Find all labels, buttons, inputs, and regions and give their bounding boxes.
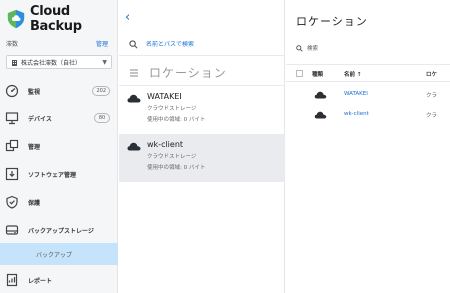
back-arrow-icon[interactable]: ‹	[125, 10, 137, 26]
storage-icon	[5, 225, 19, 235]
row-name-link[interactable]: wk-client	[344, 111, 369, 117]
cloud-icon	[127, 94, 141, 103]
tenant-select-value: 株式会社滞数（自社）	[21, 59, 82, 67]
location-type: クラウドストレージ	[147, 154, 197, 160]
table-row[interactable]: wk-client クラ	[286, 105, 450, 125]
location-usage: 使用中の領域: 0 バイト	[147, 117, 206, 123]
sidebar-item-label: レポート	[28, 277, 53, 285]
search-label: 検索	[307, 46, 319, 52]
sidebar-item-label: 監視	[28, 88, 41, 96]
location-search	[119, 34, 285, 56]
tenant-label: 滞数	[6, 41, 19, 48]
shield-icon	[6, 195, 18, 209]
row-location: クラ	[426, 113, 438, 119]
count-badge: 202	[92, 86, 110, 96]
row-name-link[interactable]: WATAKEI	[344, 91, 368, 97]
cloud-icon	[127, 142, 141, 151]
sidebar-item-label: ソフトウェア管理	[28, 171, 77, 179]
sidebar-item-label: デバイス	[28, 115, 52, 123]
shield-logo-icon	[7, 9, 25, 29]
location-type: クラウドストレージ	[147, 106, 197, 112]
table-search[interactable]: 検索	[296, 44, 318, 52]
location-usage: 使用中の領域: 0 バイト	[147, 165, 206, 171]
section-header: ロケーション	[119, 60, 285, 86]
locations-column: ‹ ロケーション WATAKEI クラウドストレージ 使用中の領域: 0 バイト…	[119, 0, 285, 293]
table-row[interactable]: WATAKEI クラ	[286, 85, 450, 105]
location-name: wk-client	[147, 140, 184, 149]
dashboard-icon	[5, 84, 19, 98]
sidebar-item-label: 管理	[28, 143, 41, 151]
sidebar: Cloud Backup 滞数 管理 株式会社滞数（自社） ▼ 監視 202 デ…	[0, 0, 118, 293]
sidebar-subitem-backup[interactable]: バックアップ	[0, 243, 118, 265]
column-header-name[interactable]: 名前 ↑	[344, 70, 362, 78]
location-item-selected[interactable]: wk-client クラウドストレージ 使用中の領域: 0 バイト	[119, 134, 285, 182]
tenant-manage-link[interactable]: 管理	[96, 39, 108, 48]
sidebar-item-monitoring[interactable]: 監視 202	[0, 80, 118, 102]
sidebar-item-management[interactable]: 管理	[0, 135, 118, 157]
sidebar-item-reports[interactable]: レポート	[0, 269, 118, 291]
search-icon	[296, 44, 303, 52]
chevron-down-icon: ▼	[102, 58, 107, 66]
page-title: ロケーション	[296, 15, 368, 28]
list-icon	[130, 69, 138, 76]
sidebar-item-devices[interactable]: デバイス 80	[0, 107, 118, 129]
sidebar-item-backup-storage[interactable]: バックアップストレージ	[0, 219, 118, 241]
cloud-icon	[314, 91, 327, 99]
location-name: WATAKEI	[147, 92, 182, 101]
location-item[interactable]: WATAKEI クラウドストレージ 使用中の領域: 0 バイト	[119, 86, 285, 134]
select-all-checkbox[interactable]	[296, 70, 303, 77]
sidebar-item-label: バックアップストレージ	[28, 227, 94, 235]
sidebar-item-protection[interactable]: 保護	[0, 191, 118, 213]
search-icon	[129, 40, 138, 49]
management-icon	[5, 139, 19, 152]
table-header: 種類 名前 ↑ ロケ	[286, 64, 450, 82]
column-header-location[interactable]: ロケ	[426, 70, 437, 78]
section-title: ロケーション	[149, 66, 227, 80]
sidebar-item-software[interactable]: ソフトウェア管理	[0, 163, 118, 185]
sidebar-item-label: 保護	[28, 199, 41, 207]
locations-table-pane: ロケーション 検索 種類 名前 ↑ ロケ WATAKEI クラ wk-clien…	[286, 0, 450, 293]
report-icon	[6, 273, 18, 287]
app-name: Cloud Backup	[29, 4, 82, 34]
building-icon	[12, 59, 17, 66]
monitor-icon	[5, 112, 19, 125]
search-input[interactable]	[146, 41, 266, 48]
brand[interactable]: Cloud Backup	[6, 4, 117, 34]
cloud-icon	[314, 111, 327, 119]
tenant-select[interactable]: 株式会社滞数（自社） ▼	[6, 55, 112, 69]
software-icon	[5, 167, 19, 181]
count-badge: 80	[94, 113, 110, 123]
column-header-type[interactable]: 種類	[312, 70, 323, 78]
row-location: クラ	[426, 93, 438, 99]
